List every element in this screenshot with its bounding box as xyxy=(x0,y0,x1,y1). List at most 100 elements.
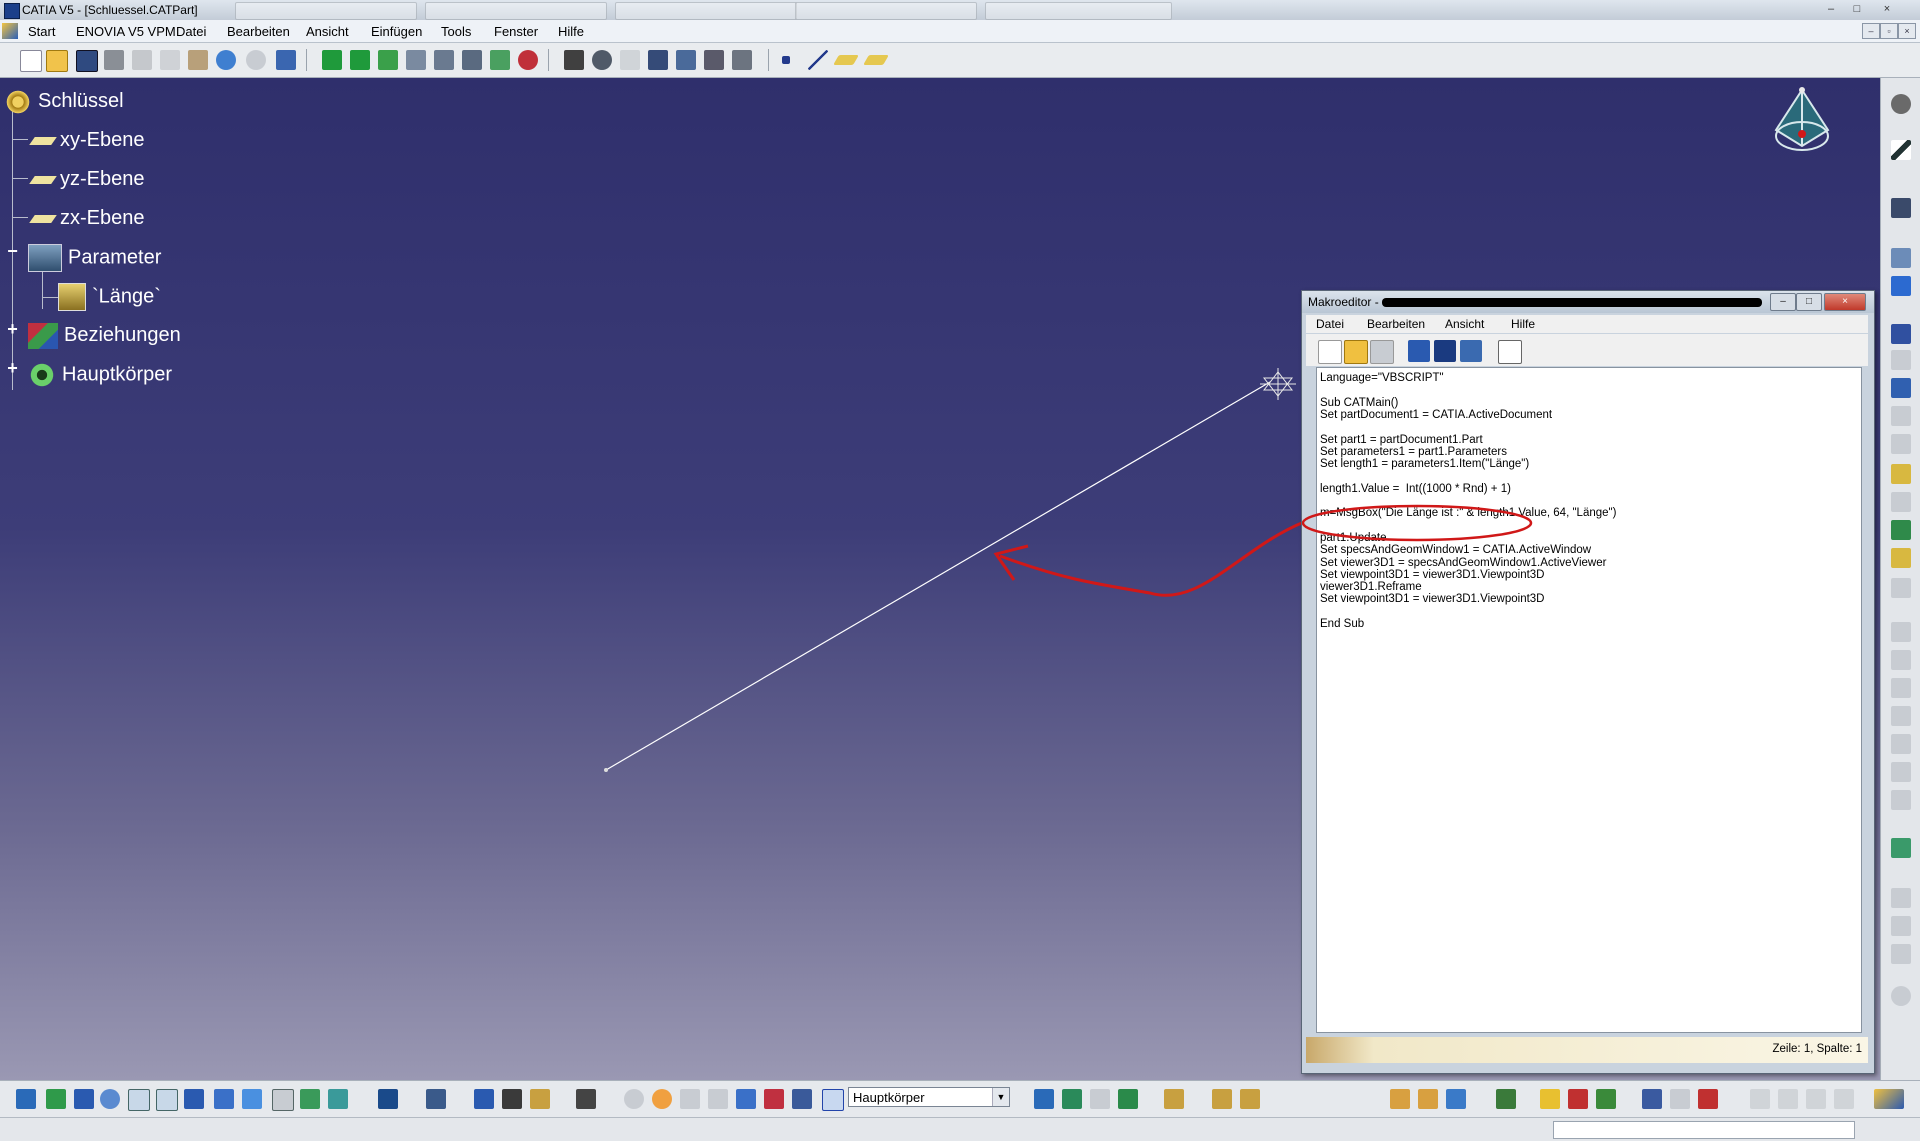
redo-icon[interactable] xyxy=(246,50,266,70)
select-arrow-icon[interactable] xyxy=(1891,140,1911,160)
cut-icon[interactable] xyxy=(132,50,152,70)
no-update-icon[interactable] xyxy=(518,50,538,70)
instantiate-icon[interactable] xyxy=(732,50,752,70)
minimize-button[interactable]: – xyxy=(1820,2,1842,17)
menu-einfuegen[interactable]: Einfügen xyxy=(371,24,422,39)
pocket-icon[interactable] xyxy=(1891,350,1911,370)
catalog-browser-icon[interactable] xyxy=(1164,1089,1184,1109)
capture-camera-icon[interactable] xyxy=(576,1089,596,1109)
plane-offset-icon[interactable] xyxy=(863,55,889,65)
fit-all-icon[interactable] xyxy=(46,1089,66,1109)
rib-icon[interactable] xyxy=(1891,464,1911,484)
hole-icon[interactable] xyxy=(1891,434,1911,454)
macro-close-button[interactable]: × xyxy=(1824,293,1866,311)
measure-inertia-icon[interactable] xyxy=(530,1089,550,1109)
compass-snap-icon[interactable] xyxy=(736,1089,756,1109)
rotate-view-icon[interactable] xyxy=(100,1089,120,1109)
slot-icon[interactable] xyxy=(1891,492,1911,512)
multi-view-icon[interactable] xyxy=(214,1089,234,1109)
point-icon[interactable] xyxy=(782,56,790,64)
work-object-icon[interactable] xyxy=(822,1089,844,1111)
pattern-icon[interactable] xyxy=(1891,944,1911,964)
normal-view-icon[interactable] xyxy=(184,1089,204,1109)
doc-restore-button[interactable]: ▫ xyxy=(1880,23,1898,39)
plane-icon[interactable] xyxy=(833,55,859,65)
doc-close-button[interactable]: × xyxy=(1898,23,1916,39)
fillet-icon[interactable] xyxy=(1891,622,1911,642)
background-window-tab[interactable] xyxy=(985,2,1172,20)
hide-show-icon[interactable] xyxy=(300,1089,320,1109)
swap-visible-space-icon[interactable] xyxy=(328,1089,348,1109)
move-icon[interactable] xyxy=(322,50,342,70)
undo-icon[interactable] xyxy=(216,50,236,70)
menu-ansicht[interactable]: Ansicht xyxy=(306,24,349,39)
constraint-icon[interactable] xyxy=(434,50,454,70)
positioned-sketch-icon[interactable] xyxy=(1891,248,1911,268)
shell-icon[interactable] xyxy=(1891,706,1911,726)
settings-gear-icon[interactable] xyxy=(1891,94,1911,114)
design-table-icon[interactable] xyxy=(648,50,668,70)
shading-icon[interactable] xyxy=(272,1089,294,1111)
knowledge-2-icon[interactable] xyxy=(1062,1089,1082,1109)
tool-g-icon[interactable] xyxy=(1596,1089,1616,1109)
removed-multi-section-icon[interactable] xyxy=(1891,578,1911,598)
compass-icon[interactable] xyxy=(1774,87,1830,151)
tool-l-icon[interactable] xyxy=(1834,1089,1854,1109)
layer-list-icon[interactable] xyxy=(792,1089,812,1109)
macro-object-browser-icon[interactable] xyxy=(1408,340,1430,362)
chamfer-icon[interactable] xyxy=(1891,650,1911,670)
whats-this-icon[interactable] xyxy=(276,50,296,70)
knowledge-1-icon[interactable] xyxy=(1034,1089,1054,1109)
macro-minimize-button[interactable]: – xyxy=(1770,293,1796,311)
zoom-in-icon[interactable] xyxy=(128,1089,150,1111)
translation-icon[interactable] xyxy=(1891,888,1911,908)
units-icon[interactable] xyxy=(708,1089,728,1109)
background-window-tab[interactable] xyxy=(615,2,797,20)
knowledge-icon[interactable] xyxy=(592,50,612,70)
open-folder-icon[interactable] xyxy=(46,50,68,72)
background-window-tab[interactable] xyxy=(425,2,607,20)
macro-save-icon[interactable] xyxy=(1370,340,1394,364)
tool-k-icon[interactable] xyxy=(1806,1089,1826,1109)
fly-mode-icon[interactable] xyxy=(16,1089,36,1109)
menu-enovia[interactable]: ENOVIA V5 VPM xyxy=(76,24,176,39)
macro-find-icon[interactable] xyxy=(1434,340,1456,362)
tool-c-icon[interactable] xyxy=(1446,1089,1466,1109)
menu-hilfe[interactable]: Hilfe xyxy=(558,24,584,39)
macro-select-object-icon[interactable] xyxy=(1498,340,1522,364)
multi-section-icon[interactable] xyxy=(1891,548,1911,568)
shaft-icon[interactable] xyxy=(1891,378,1911,398)
new-document-icon[interactable] xyxy=(20,50,42,72)
pan-icon[interactable] xyxy=(74,1089,94,1109)
dimension-icon[interactable] xyxy=(462,50,482,70)
spell-check-icon[interactable] xyxy=(1642,1089,1662,1109)
zoom-out-icon[interactable] xyxy=(156,1089,178,1111)
apply-material-icon[interactable] xyxy=(502,1089,522,1109)
exit-workbench-icon[interactable] xyxy=(1891,276,1911,296)
3d-line[interactable] xyxy=(605,381,1271,771)
macro-editor-title-bar[interactable]: Makroeditor - – □ × xyxy=(1302,291,1874,313)
remove-face-icon[interactable] xyxy=(1891,790,1911,810)
chevron-down-icon[interactable]: ▼ xyxy=(992,1088,1009,1106)
macro-new-icon[interactable] xyxy=(1318,340,1342,364)
background-window-tab[interactable] xyxy=(795,2,977,20)
current-body-select[interactable]: Hauptkörper ▼ xyxy=(848,1087,1010,1107)
line-icon[interactable] xyxy=(808,50,828,70)
draft-icon[interactable] xyxy=(1891,678,1911,698)
annotation-icon[interactable] xyxy=(1670,1089,1690,1109)
doc-minimize-button[interactable]: – xyxy=(1862,23,1880,39)
measure-icon[interactable] xyxy=(378,50,398,70)
macro-menu-ansicht[interactable]: Ansicht xyxy=(1445,317,1484,331)
maximize-button[interactable]: □ xyxy=(1846,2,1868,17)
macro-tree-icon[interactable] xyxy=(1460,340,1482,362)
tool-i-icon[interactable] xyxy=(1750,1089,1770,1109)
mirror-icon[interactable] xyxy=(1891,916,1911,936)
update-icon[interactable] xyxy=(624,1089,644,1109)
space-analysis-icon[interactable] xyxy=(474,1089,494,1109)
axis-system-icon[interactable] xyxy=(1260,368,1296,400)
axis-icon[interactable] xyxy=(680,1089,700,1109)
analysis-icon[interactable] xyxy=(490,50,510,70)
tool-a-icon[interactable] xyxy=(1390,1089,1410,1109)
knowledge-3-icon[interactable] xyxy=(1090,1089,1110,1109)
scaling-icon[interactable] xyxy=(1891,986,1911,1006)
